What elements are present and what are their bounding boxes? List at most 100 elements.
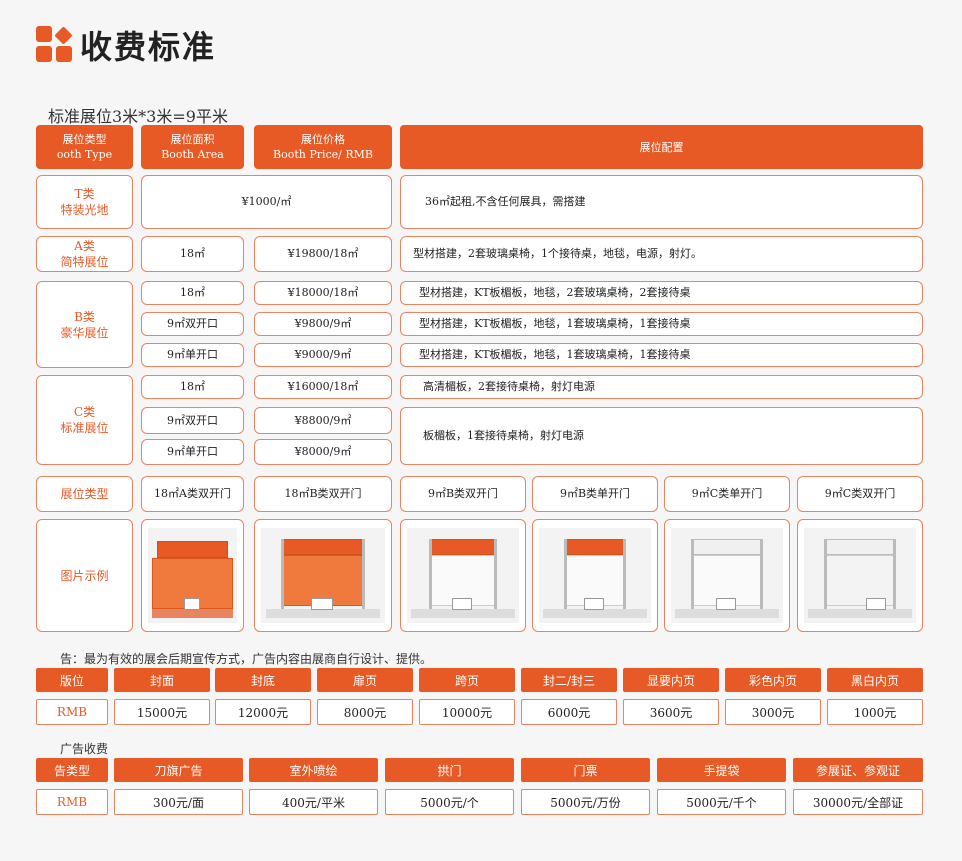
ad-fee-title: 广告收费 xyxy=(60,742,109,756)
ad1-value: RMB xyxy=(36,699,108,725)
booth-photo xyxy=(671,528,783,623)
page-title: 收费标准 xyxy=(80,28,217,66)
booth-c-area: 9㎡双开口 xyxy=(141,407,244,434)
booth-photo xyxy=(261,528,385,623)
ad1-header: 黑白内页 xyxy=(827,668,923,692)
booth-b-config: 型材搭建，KT板楣板，地毯，2套玻璃桌椅，2套接待桌 xyxy=(400,281,923,305)
booth-c-area: 18㎡ xyxy=(141,375,244,399)
booth-photo xyxy=(148,528,237,623)
booth-c-config: 高清楣板，2套接待桌椅，射灯电源 xyxy=(400,375,923,399)
booth-t-price: ¥1000/㎡ xyxy=(141,175,392,229)
ad1-header: 版位 xyxy=(36,668,108,692)
header-text: ooth Type xyxy=(56,148,113,161)
ad1-value: 3000元 xyxy=(725,699,821,725)
label-line: 标准展位 xyxy=(60,421,109,435)
booth-types-label: 展位类型 xyxy=(36,476,133,512)
booth-c-price: ¥8800/9㎡ xyxy=(254,407,392,434)
ad1-value: 15000元 xyxy=(114,699,210,725)
label-line: T类 xyxy=(74,187,95,201)
booth-photo xyxy=(539,528,651,623)
booth-image-c-single xyxy=(664,519,790,632)
ad2-value: 30000元/全部证 xyxy=(793,789,923,815)
ad1-value: 3600元 xyxy=(623,699,719,725)
examples-label: 图片示例 xyxy=(36,519,133,632)
ad2-header: 刀旗广告 xyxy=(114,758,243,782)
ad2-header: 手提袋 xyxy=(657,758,786,782)
booth-a-label: A类 简特展位 xyxy=(36,236,133,272)
ad1-header: 封二/封三 xyxy=(521,668,617,692)
booth-image-b-single xyxy=(532,519,658,632)
header-booth-type: 展位类型 ooth Type xyxy=(36,125,133,169)
header-text: 展位价格 xyxy=(301,133,345,146)
booth-a-price: ¥19800/18㎡ xyxy=(254,236,392,272)
booth-b-price: ¥18000/18㎡ xyxy=(254,281,392,305)
ad1-value: 12000元 xyxy=(215,699,311,725)
booth-photo xyxy=(804,528,916,623)
label-line: B类 xyxy=(74,309,95,324)
ad2-header: 拱门 xyxy=(385,758,514,782)
ad-note: 告：最为有效的展会后期宣传方式，广告内容由展商自行设计、提供。 xyxy=(60,652,433,666)
booth-image-b-double xyxy=(254,519,392,632)
ad2-value: RMB xyxy=(36,789,108,815)
header-booth-area: 展位面积 Booth Area xyxy=(141,125,244,169)
booth-image-c-double xyxy=(797,519,923,632)
booth-type-item: 18㎡A类双开门 xyxy=(141,476,244,512)
booth-a-config: 型材搭建，2套玻璃桌椅，1个接待桌，地毯，电源，射灯。 xyxy=(400,236,923,272)
ad1-header: 跨页 xyxy=(419,668,515,692)
header-text: Booth Area xyxy=(161,148,224,161)
header-booth-price: 展位价格 Booth Price/ RMB xyxy=(254,125,392,169)
ad2-value: 5000元/个 xyxy=(385,789,514,815)
logo-icon xyxy=(36,26,73,62)
booth-b-area: 18㎡ xyxy=(141,281,244,305)
booth-type-item: 18㎡B类双开门 xyxy=(254,476,392,512)
ad2-header: 告类型 xyxy=(36,758,108,782)
booth-c-config: 板楣板，1套接待桌椅，射灯电源 xyxy=(400,407,923,465)
booth-type-item: 9㎡B类单开门 xyxy=(532,476,658,512)
ad2-value: 400元/平米 xyxy=(249,789,378,815)
booth-b-price: ¥9000/9㎡ xyxy=(254,343,392,367)
ad1-header: 显要内页 xyxy=(623,668,719,692)
booth-c-price: ¥16000/18㎡ xyxy=(254,375,392,399)
booth-type-item: 9㎡C类单开门 xyxy=(664,476,790,512)
header-text: Booth Price/ RMB xyxy=(272,148,373,161)
booth-b-price: ¥9800/9㎡ xyxy=(254,312,392,336)
ad1-value: 10000元 xyxy=(419,699,515,725)
booth-b-area: 9㎡双开口 xyxy=(141,312,244,336)
ad1-value: 6000元 xyxy=(521,699,617,725)
label-line: 豪华展位 xyxy=(60,325,109,340)
booth-c-label: C类 标准展位 xyxy=(36,375,133,465)
header-text: 展位类型 xyxy=(62,133,107,146)
label-line: 特装光地 xyxy=(60,203,109,217)
ad2-value: 5000元/千个 xyxy=(657,789,786,815)
header-booth-config: 展位配置 xyxy=(400,125,923,169)
ad1-header: 封面 xyxy=(114,668,210,692)
ad1-header: 封底 xyxy=(215,668,311,692)
ad2-header: 室外喷绘 xyxy=(249,758,378,782)
booth-image-a-double xyxy=(141,519,244,632)
booth-b-area: 9㎡单开口 xyxy=(141,343,244,367)
ad1-value: 8000元 xyxy=(317,699,413,725)
ad1-header: 彩色内页 xyxy=(725,668,821,692)
ad2-value: 300元/面 xyxy=(114,789,243,815)
ad1-header: 扉页 xyxy=(317,668,413,692)
booth-t-config: 36㎡起租,不含任何展具，需搭建 xyxy=(400,175,923,229)
label-line: A类 xyxy=(74,239,95,253)
booth-type-item: 9㎡B类双开门 xyxy=(400,476,526,512)
booth-b-label: B类 豪华展位 xyxy=(36,281,133,368)
booth-photo xyxy=(407,528,519,623)
label-line: C类 xyxy=(73,405,96,419)
ad2-value: 5000元/万份 xyxy=(521,789,650,815)
header-text: 展位面积 xyxy=(170,133,215,146)
ad1-value: 1000元 xyxy=(827,699,923,725)
ad2-header: 参展证、参观证 xyxy=(793,758,923,782)
booth-a-area: 18㎡ xyxy=(141,236,244,272)
booth-b-config: 型材搭建，KT板楣板，地毯，1套玻璃桌椅，1套接待桌 xyxy=(400,312,923,336)
booth-image-b-double-9 xyxy=(400,519,526,632)
booth-t-label: T类 特装光地 xyxy=(36,175,133,229)
label-line: 简特展位 xyxy=(60,255,109,269)
booth-c-price: ¥8000/9㎡ xyxy=(254,439,392,465)
page-subtitle: 标准展位3米*3米=9平米 xyxy=(48,107,228,126)
booth-type-item: 9㎡C类双开门 xyxy=(797,476,923,512)
ad2-header: 门票 xyxy=(521,758,650,782)
booth-c-area: 9㎡单开口 xyxy=(141,439,244,465)
